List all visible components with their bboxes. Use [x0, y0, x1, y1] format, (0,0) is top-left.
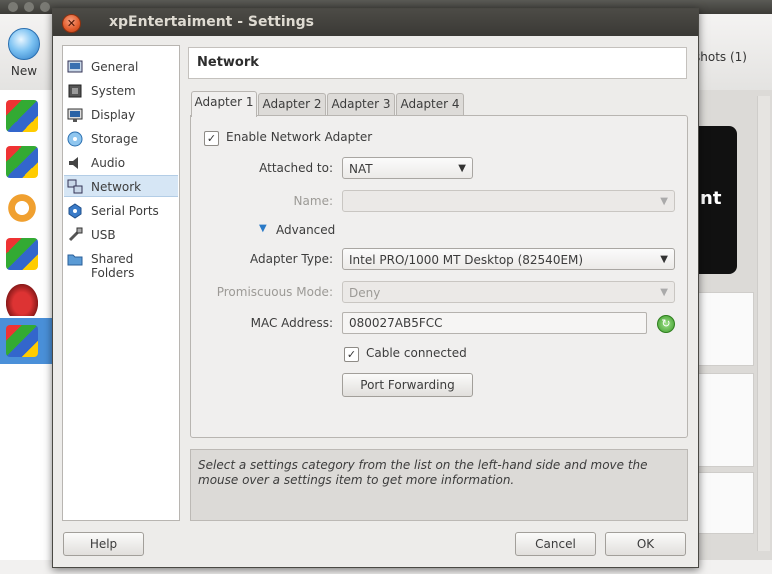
adapter-type-combo[interactable]: Intel PRO/1000 MT Desktop (82540EM) ▼ [342, 248, 675, 270]
enable-adapter-label: Enable Network Adapter [226, 130, 373, 144]
category-label: General [91, 60, 139, 74]
promiscuous-mode-combo[interactable]: Deny ▼ [342, 281, 675, 303]
help-button[interactable]: Help [63, 532, 144, 556]
category-label: Display [91, 108, 136, 122]
category-label: Network [91, 180, 142, 194]
settings-dialog: ✕ xpEntertaiment - Settings General Syst… [52, 8, 699, 568]
category-usb[interactable]: USB [64, 224, 178, 246]
category-label: USB [91, 228, 116, 242]
page-title: Network [197, 55, 259, 70]
system-icon [67, 83, 83, 99]
vm-list [0, 90, 52, 560]
category-audio[interactable]: Audio [64, 152, 178, 174]
close-icon: ✕ [66, 17, 77, 30]
refresh-mac-icon[interactable]: ↻ [657, 315, 675, 333]
category-storage[interactable]: Storage [64, 128, 178, 150]
category-display[interactable]: Display [64, 104, 178, 126]
name-label: Name: [293, 194, 333, 208]
usb-icon [67, 227, 83, 243]
chevron-down-icon: ▼ [660, 287, 668, 298]
cancel-button[interactable]: Cancel [515, 532, 596, 556]
category-label: Storage [91, 132, 138, 146]
details-panel [697, 373, 754, 467]
dialog-title: xpEntertaiment - Settings [109, 14, 314, 30]
new-vm-button[interactable]: New [4, 22, 44, 84]
vm-list-item[interactable] [2, 95, 46, 137]
promiscuous-mode-value: Deny [349, 286, 381, 300]
attached-to-value: NAT [349, 162, 373, 176]
enable-adapter-checkbox[interactable]: ✓ [204, 131, 219, 146]
storage-icon [67, 131, 83, 147]
category-label: Shared Folders [91, 252, 135, 280]
windows-xp-icon [6, 325, 38, 357]
mac-address-field[interactable]: 080027AB5FCC [342, 312, 647, 334]
preview-text: nt [700, 188, 722, 209]
tab-adapter-3[interactable]: Adapter 3 [327, 93, 395, 116]
window-minimize-icon[interactable] [24, 2, 34, 12]
category-label: Audio [91, 156, 126, 170]
serial-ports-icon [67, 203, 83, 219]
vm-list-item[interactable] [2, 141, 46, 183]
category-general[interactable]: General [64, 56, 178, 78]
redhat-icon [6, 284, 38, 316]
mac-address-label: MAC Address: [250, 316, 333, 330]
category-system[interactable]: System [64, 80, 178, 102]
category-list: General System Display Storage Audio Net… [62, 45, 180, 521]
audio-icon [67, 155, 83, 171]
new-vm-label: New [10, 64, 38, 78]
adapter-type-value: Intel PRO/1000 MT Desktop (82540EM) [349, 253, 584, 267]
category-label: System [91, 84, 136, 98]
category-serial-ports[interactable]: Serial Ports [64, 200, 178, 222]
dialog-close-button[interactable]: ✕ [62, 14, 81, 33]
tab-adapter-4[interactable]: Adapter 4 [396, 93, 464, 116]
page-heading-box: Network [188, 47, 687, 79]
category-shared-folders[interactable]: Shared Folders [64, 248, 178, 280]
port-forwarding-button[interactable]: Port Forwarding [342, 373, 473, 397]
details-panel [697, 292, 754, 366]
vm-list-item[interactable] [2, 279, 46, 321]
details-panel [697, 472, 754, 534]
vm-list-item[interactable] [2, 187, 46, 229]
window-close-icon[interactable] [8, 2, 18, 12]
vm-list-item[interactable] [2, 233, 46, 275]
advanced-expand-icon[interactable]: ▼ [259, 223, 267, 234]
new-icon [8, 28, 40, 60]
adapter-type-label: Adapter Type: [249, 252, 333, 266]
info-text: Select a settings category from the list… [198, 458, 648, 487]
attached-to-label: Attached to: [259, 161, 333, 175]
tab-adapter-1[interactable]: Adapter 1 [191, 91, 257, 117]
chevron-down-icon: ▼ [458, 163, 466, 174]
dialog-titlebar: ✕ xpEntertaiment - Settings [53, 9, 698, 36]
ok-button[interactable]: OK [605, 532, 686, 556]
promiscuous-mode-label: Promiscuous Mode: [216, 285, 333, 299]
shared-folders-icon [67, 251, 83, 267]
advanced-label[interactable]: Advanced [276, 223, 335, 237]
windows-2003-icon [6, 238, 38, 270]
chevron-down-icon: ▼ [660, 196, 668, 207]
window-maximize-icon[interactable] [40, 2, 50, 12]
category-network[interactable]: Network [64, 175, 178, 197]
vm-list-item-selected[interactable] [0, 318, 52, 364]
tab-adapter-2[interactable]: Adapter 2 [258, 93, 326, 116]
chevron-down-icon: ▼ [660, 254, 668, 265]
cable-connected-checkbox[interactable]: ✓ [344, 347, 359, 362]
os-icon [6, 192, 38, 224]
name-combo[interactable]: ▼ [342, 190, 675, 212]
network-icon [67, 179, 83, 195]
category-label: Serial Ports [91, 204, 159, 218]
snapshots-tab[interactable]: shots (1) [694, 50, 747, 64]
cable-connected-label: Cable connected [366, 346, 467, 360]
windows-icon [6, 146, 38, 178]
attached-to-combo[interactable]: NAT ▼ [342, 157, 473, 179]
info-box: Select a settings category from the list… [190, 449, 688, 521]
general-icon [67, 59, 83, 75]
display-icon [67, 107, 83, 123]
windows-xp-icon [6, 100, 38, 132]
details-scrollbar[interactable] [757, 96, 770, 551]
